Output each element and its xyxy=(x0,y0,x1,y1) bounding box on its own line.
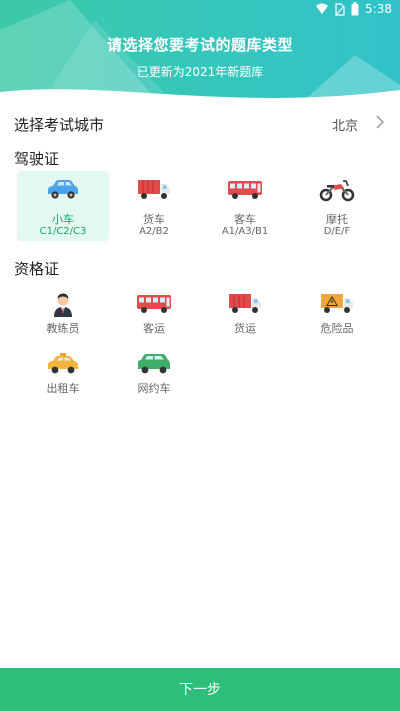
qualification-item-label: 危险品 xyxy=(320,322,354,335)
city-value: 北京 xyxy=(331,119,358,134)
qualification-item-coach[interactable]: 教练员 xyxy=(17,287,109,347)
qualification-item-label: 出租车 xyxy=(46,382,80,395)
license-item-label: 摩托 xyxy=(326,213,348,226)
license-section-title: 驾驶证 xyxy=(14,150,60,168)
header-banner: 5:38 请选择您要考试的题库类型 已更新为2021年新题库 xyxy=(0,0,400,104)
sim-icon xyxy=(335,2,345,16)
license-item-label: 货车 xyxy=(143,213,165,226)
qualification-item-taxi[interactable]: 出租车 xyxy=(17,347,109,407)
qualification-item-hazard[interactable]: 危险品 xyxy=(291,287,383,347)
status-time: 5:38 xyxy=(365,2,392,16)
motorcycle-icon xyxy=(319,180,355,202)
chevron-right-icon xyxy=(376,115,384,129)
city-label: 选择考试城市 xyxy=(14,116,105,134)
truck-icon xyxy=(138,180,170,199)
bus-icon xyxy=(228,181,262,199)
car-icon xyxy=(48,180,78,199)
qualification-item-passenger[interactable]: 客运 xyxy=(108,287,200,347)
license-item-label: 客车 xyxy=(234,213,256,226)
page-subtitle: 已更新为2021年新题库 xyxy=(136,65,264,79)
qualification-section-title: 资格证 xyxy=(14,260,60,278)
next-step-button[interactable]: 下一步 xyxy=(0,668,400,711)
license-item-sub: D/E/F xyxy=(323,226,351,237)
license-item-truck[interactable]: 货车 A2/B2 xyxy=(108,171,200,241)
battery-icon xyxy=(351,2,359,16)
qualification-item-label: 货运 xyxy=(234,322,256,335)
license-item-sub: A2/B2 xyxy=(139,226,169,237)
coach-person-icon xyxy=(54,293,72,317)
freight-truck-icon xyxy=(229,294,261,313)
taxi-icon xyxy=(48,353,78,374)
ride-hailing-car-icon xyxy=(138,354,170,374)
qualification-item-label: 教练员 xyxy=(46,322,80,335)
license-item-motorcycle[interactable]: 摩托 D/E/F xyxy=(291,171,383,241)
qualification-item-label: 客运 xyxy=(143,322,165,335)
hazard-truck-icon xyxy=(321,294,353,313)
license-item-label: 小车 xyxy=(52,213,74,226)
passenger-bus-icon xyxy=(137,295,171,313)
city-selector[interactable]: 选择考试城市 北京 xyxy=(0,110,400,136)
page-title: 请选择您要考试的题库类型 xyxy=(106,36,293,54)
license-item-sub: A1/A3/B1 xyxy=(221,226,269,237)
license-item-car[interactable]: 小车 C1/C2/C3 xyxy=(17,171,109,241)
qualification-item-ride-hailing[interactable]: 网约车 xyxy=(108,347,200,407)
status-bar: 5:38 xyxy=(0,0,400,22)
license-item-bus[interactable]: 客车 A1/A3/B1 xyxy=(199,171,291,241)
wifi-icon xyxy=(316,3,329,14)
qualification-item-label: 网约车 xyxy=(137,382,171,395)
qualification-item-freight[interactable]: 货运 xyxy=(199,287,291,347)
license-item-sub: C1/C2/C3 xyxy=(39,226,87,237)
